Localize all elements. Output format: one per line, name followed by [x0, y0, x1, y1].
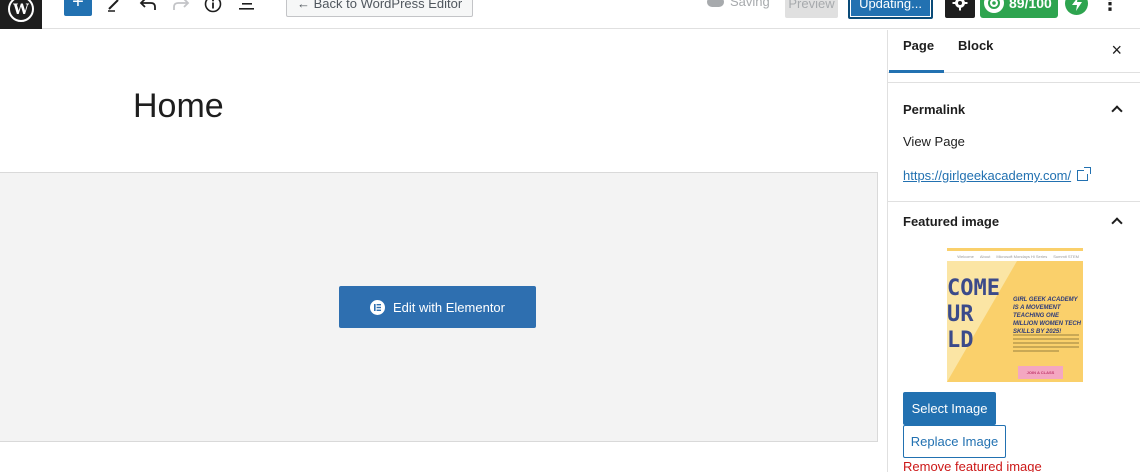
back-to-wordpress-editor-button[interactable]: ← Back to WordPress Editor	[286, 0, 474, 17]
tab-block[interactable]: Block	[958, 38, 993, 53]
thumbnail-headline: COME UR LD	[947, 276, 1000, 353]
redo-icon[interactable]	[171, 0, 191, 14]
edit-tool-icon[interactable]	[104, 0, 124, 14]
remove-featured-image-link[interactable]: Remove featured image	[903, 459, 1042, 472]
saving-status: Saving	[707, 0, 770, 9]
update-button[interactable]: Updating...	[848, 0, 933, 19]
replace-image-button[interactable]: Replace Image	[903, 425, 1006, 458]
preview-button[interactable]: Preview	[785, 0, 838, 18]
thumbnail-body-text	[1013, 334, 1079, 354]
chevron-up-icon[interactable]	[1111, 217, 1123, 229]
wordpress-w-icon: W	[8, 0, 34, 22]
thumb-nav-item: Welcome	[957, 253, 974, 259]
thumb-nav-item: About	[979, 253, 991, 259]
editor-toolbar: W + ← Back to WordPress Editor Saving Pr…	[0, 0, 1140, 29]
settings-sidebar: Page Block × Permalink View Page https:/…	[887, 30, 1140, 472]
featured-image-heading[interactable]: Featured image	[903, 214, 999, 229]
thumbnail-nav: Welcome About Microsoft Mondays Hi Serie…	[947, 251, 1083, 261]
more-options-icon[interactable]: ⋮	[1100, 0, 1120, 14]
external-link-icon	[1077, 167, 1092, 181]
edit-with-elementor-button[interactable]: Edit with Elementor	[339, 286, 536, 328]
thumb-nav-item: Summit STEM	[1053, 253, 1079, 259]
select-image-button[interactable]: Select Image	[903, 392, 996, 425]
view-page-label: View Page	[903, 134, 965, 149]
saving-label: Saving	[730, 0, 770, 9]
svg-text:W: W	[12, 2, 29, 18]
performance-plugin-icon[interactable]	[1065, 0, 1088, 15]
cloud-icon	[707, 0, 724, 7]
settings-button[interactable]	[945, 0, 975, 18]
thumbnail-tagline: GIRL GEEK ACADEMY IS A MOVEMENT TEACHING…	[1013, 297, 1081, 335]
thumb-nav-item: Microsoft Mondays Hi Series	[996, 253, 1048, 259]
seo-score-value: 89/100	[1009, 0, 1052, 11]
elementor-icon	[370, 299, 385, 315]
close-sidebar-icon[interactable]: ×	[1111, 40, 1122, 61]
permalink-url-link[interactable]: https://girlgeekacademy.com/	[903, 167, 1092, 183]
gear-icon	[952, 0, 968, 11]
page-title[interactable]: Home	[133, 87, 224, 126]
elementor-placeholder-area: Edit with Elementor	[0, 172, 878, 442]
seo-plugin-icon	[984, 0, 1004, 13]
permalink-heading[interactable]: Permalink	[903, 102, 965, 117]
editor-canvas: Home Edit with Elementor	[0, 30, 887, 472]
edit-with-elementor-label: Edit with Elementor	[393, 299, 505, 315]
seo-score-badge[interactable]: 89/100	[980, 0, 1058, 18]
chevron-up-icon[interactable]	[1111, 105, 1123, 117]
undo-icon[interactable]	[138, 0, 158, 14]
plus-icon: +	[72, 0, 84, 13]
active-tab-indicator	[889, 70, 944, 73]
permalink-url: https://girlgeekacademy.com/	[903, 168, 1072, 183]
thumbnail-join-button: JOIN A CLASS	[1018, 366, 1063, 379]
add-block-button[interactable]: +	[64, 0, 92, 16]
wordpress-logo-icon[interactable]: W	[0, 0, 42, 29]
info-icon[interactable]	[203, 0, 223, 14]
list-view-icon[interactable]	[237, 0, 257, 14]
tab-page[interactable]: Page	[903, 38, 934, 53]
sidebar-tabs: Page Block ×	[888, 30, 1140, 73]
featured-image-thumbnail[interactable]: Welcome About Microsoft Mondays Hi Serie…	[947, 248, 1083, 382]
